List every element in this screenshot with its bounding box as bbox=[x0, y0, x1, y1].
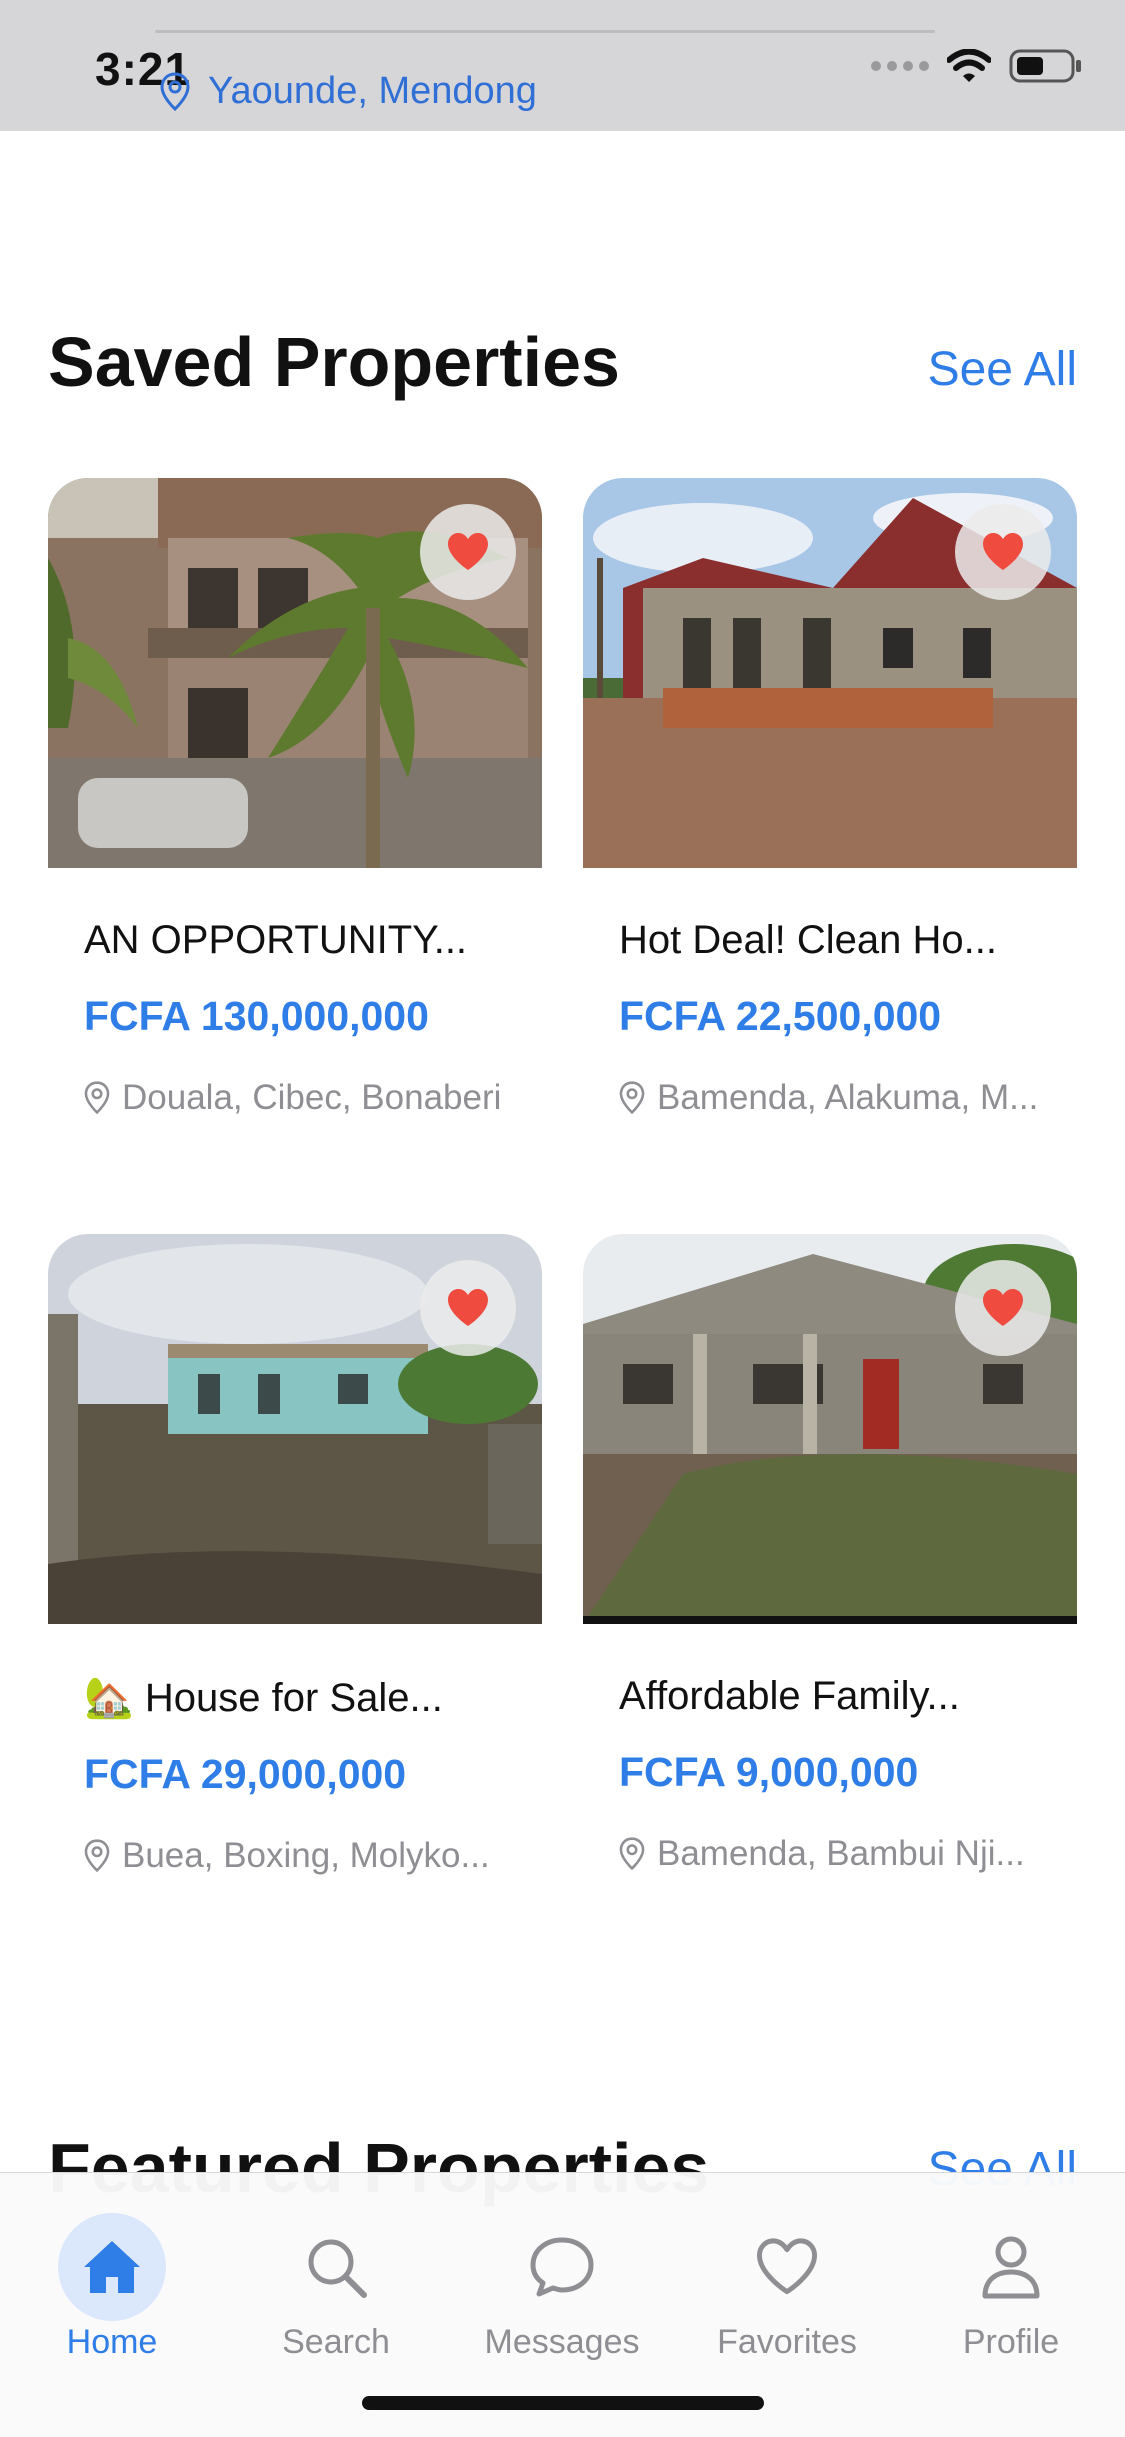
heart-filled-icon bbox=[983, 1289, 1023, 1326]
property-photo bbox=[583, 478, 1077, 868]
heart-filled-icon bbox=[448, 533, 488, 570]
property-location: Bamenda, Alakuma, M... bbox=[619, 1078, 1077, 1118]
property-card[interactable]: 🏡 House for Sale... FCFA 29,000,000 Buea… bbox=[48, 1234, 542, 1876]
property-photo bbox=[48, 1234, 542, 1624]
property-location-text: Bamenda, Alakuma, M... bbox=[657, 1078, 1039, 1117]
house-icon bbox=[84, 2241, 140, 2293]
location-pin-icon bbox=[84, 1839, 110, 1873]
tab-icon-wrap bbox=[508, 2213, 616, 2321]
tab-icon-wrap bbox=[282, 2213, 390, 2321]
status-icons bbox=[871, 48, 1083, 84]
property-location-text: Bamenda, Bambui Nji... bbox=[657, 1834, 1025, 1873]
signal-icon bbox=[871, 61, 929, 71]
tab-label: Search bbox=[282, 2323, 390, 2361]
status-bar: 3:21 Yaounde, Mendong bbox=[0, 0, 1125, 131]
tab-icon-wrap bbox=[733, 2213, 841, 2321]
property-location: Buea, Boxing, Molyko... bbox=[84, 1836, 542, 1876]
property-card[interactable]: AN OPPORTUNITY... FCFA 130,000,000 Doual… bbox=[48, 478, 542, 1118]
property-title: AN OPPORTUNITY... bbox=[84, 918, 468, 962]
property-title: 🏡 House for Sale... bbox=[84, 1676, 443, 1720]
property-photo bbox=[583, 1234, 1077, 1624]
property-location-text: Douala, Cibec, Bonaberi bbox=[122, 1078, 502, 1117]
favorite-button[interactable] bbox=[420, 504, 516, 600]
heart-filled-icon bbox=[983, 533, 1023, 570]
property-title: Hot Deal! Clean Ho... bbox=[619, 918, 997, 962]
tab-icon-wrap bbox=[957, 2213, 1065, 2321]
property-location-text: Buea, Boxing, Molyko... bbox=[122, 1836, 490, 1875]
wifi-icon bbox=[947, 49, 991, 82]
property-price: FCFA 29,000,000 bbox=[84, 1751, 407, 1797]
saved-properties-title: Saved Properties bbox=[48, 323, 620, 401]
property-price: FCFA 9,000,000 bbox=[619, 1749, 919, 1795]
heart-icon bbox=[756, 2238, 818, 2295]
home-indicator bbox=[362, 2396, 764, 2410]
location-pin-icon bbox=[619, 1081, 645, 1115]
location-label: Yaounde, Mendong bbox=[208, 70, 537, 112]
favorite-button[interactable] bbox=[955, 1260, 1051, 1356]
location-pin-icon bbox=[619, 1837, 645, 1871]
tab-label: Profile bbox=[962, 2323, 1060, 2361]
battery-icon bbox=[1009, 49, 1081, 83]
property-title: Affordable Family... bbox=[619, 1674, 960, 1718]
search-icon bbox=[308, 2239, 367, 2298]
person-icon bbox=[982, 2236, 1040, 2299]
favorite-button[interactable] bbox=[955, 504, 1051, 600]
heart-filled-icon bbox=[448, 1289, 488, 1326]
property-price: FCFA 22,500,000 bbox=[619, 993, 942, 1039]
tab-search[interactable]: Search bbox=[236, 2213, 436, 2362]
property-photo bbox=[48, 478, 542, 868]
tab-icon-wrap bbox=[58, 2213, 166, 2321]
tab-label: Messages bbox=[484, 2323, 640, 2361]
tab-messages[interactable]: Messages bbox=[462, 2213, 662, 2362]
tab-favorites[interactable]: Favorites bbox=[687, 2213, 887, 2362]
tab-profile[interactable]: Profile bbox=[911, 2213, 1111, 2362]
tab-label: Favorites bbox=[717, 2323, 857, 2361]
message-bubble-icon bbox=[530, 2237, 594, 2297]
saved-see-all-link[interactable]: See All bbox=[928, 342, 1077, 397]
property-location: Bamenda, Bambui Nji... bbox=[619, 1834, 1077, 1874]
property-card[interactable]: Hot Deal! Clean Ho... FCFA 22,500,000 Ba… bbox=[583, 478, 1077, 1118]
location-selector[interactable]: Yaounde, Mendong bbox=[160, 70, 537, 113]
location-pin-icon bbox=[160, 71, 190, 111]
location-pin-icon bbox=[84, 1081, 110, 1115]
tab-label: Home bbox=[66, 2323, 158, 2361]
property-card[interactable]: Affordable Family... FCFA 9,000,000 Bame… bbox=[583, 1234, 1077, 1874]
favorite-button[interactable] bbox=[420, 1260, 516, 1356]
property-price: FCFA 130,000,000 bbox=[84, 993, 429, 1039]
status-divider bbox=[155, 30, 935, 33]
tab-home[interactable]: Home bbox=[12, 2213, 212, 2362]
property-location: Douala, Cibec, Bonaberi bbox=[84, 1078, 542, 1118]
